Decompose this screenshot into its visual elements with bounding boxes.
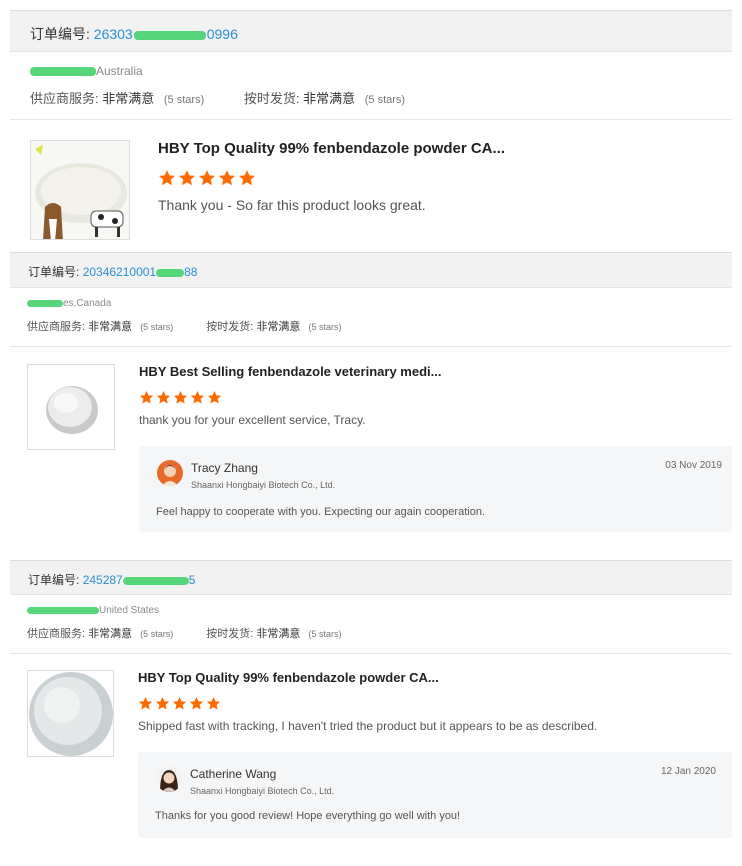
divider <box>10 346 732 347</box>
star-icon <box>156 390 171 404</box>
delivery-label: 按时发货: <box>206 628 254 640</box>
star-rating <box>138 696 223 716</box>
order-number-link[interactable]: 20346210001 88 <box>83 265 198 279</box>
reply-text: Thanks for you good review! Hope everyth… <box>155 810 461 822</box>
order-number: 订单编号: 245287 5 <box>28 571 195 588</box>
review-comment: Thank you - So far this product looks gr… <box>158 197 426 213</box>
product-thumbnail[interactable] <box>27 670 114 757</box>
order-bar: 订单编号: 26303 0996 <box>10 10 732 52</box>
order-label: 订单编号: <box>28 265 80 279</box>
star-icon <box>189 696 204 710</box>
star-icon <box>190 390 205 404</box>
service-ratings: 供应商服务: 非常满意 (5 stars) 按时发货: 非常满意 (5 star… <box>27 318 341 334</box>
supplier-service-stars: (5 stars) <box>140 629 174 639</box>
review-card-3: 订单编号: 245287 5 United States 供应商服务: 非常满意 … <box>0 560 742 866</box>
supplier-service-stars: (5 stars) <box>140 322 174 332</box>
reply-text: Feel happy to cooperate with you. Expect… <box>156 506 485 518</box>
review-card-2: 订单编号: 20346210001 88 es,Canada 供应商服务: 非常满… <box>0 252 742 552</box>
redaction-mask <box>27 606 99 614</box>
divider <box>10 653 732 654</box>
service-ratings: 供应商服务: 非常满意 (5 stars) 按时发货: 非常满意 (5 star… <box>27 625 341 641</box>
reply-date: 12 Jan 2020 <box>660 766 716 777</box>
review-comment: thank you for your excellent service, Tr… <box>139 413 366 427</box>
supplier-service-value: 非常满意 <box>88 628 133 640</box>
supplier-service-label: 供应商服务: <box>27 321 86 333</box>
service-ratings: 供应商服务: 非常满意 (5 stars) 按时发货: 非常满意 (5 star… <box>30 88 405 107</box>
buyer-location: es,Canada <box>27 298 111 309</box>
delivery-stars: (5 stars) <box>308 322 342 332</box>
divider <box>10 119 732 120</box>
reply-company[interactable]: Shaanxi Hongbaiyi Biotech Co., Ltd. <box>190 786 334 796</box>
supplier-reply: Catherine Wang Shaanxi Hongbaiyi Biotech… <box>138 752 732 838</box>
reply-author: Tracy Zhang <box>191 461 258 475</box>
star-icon <box>158 170 176 186</box>
buyer-location: Australia <box>30 64 143 78</box>
delivery-label: 按时发货: <box>243 91 300 106</box>
star-icon <box>238 170 256 186</box>
star-icon <box>178 170 196 186</box>
star-icon <box>206 696 221 710</box>
delivery-label: 按时发货: <box>206 321 254 333</box>
supplier-service-value: 非常满意 <box>88 321 133 333</box>
supplier-service-value: 非常满意 <box>102 91 155 106</box>
reply-author: Catherine Wang <box>190 767 277 781</box>
buyer-location: United States <box>27 605 159 616</box>
star-icon <box>218 170 236 186</box>
redaction-mask <box>27 299 63 307</box>
reply-company[interactable]: Shaanxi Hongbaiyi Biotech Co., Ltd. <box>191 480 335 490</box>
order-bar: 订单编号: 20346210001 88 <box>10 252 732 288</box>
avatar <box>156 766 182 792</box>
order-number: 订单编号: 20346210001 88 <box>28 263 197 280</box>
redaction-mask <box>156 268 185 277</box>
star-icon <box>155 696 170 710</box>
star-icon <box>207 390 222 404</box>
delivery-value: 非常满意 <box>303 91 356 106</box>
redaction-mask <box>122 576 189 585</box>
order-number: 订单编号: 26303 0996 <box>30 24 238 44</box>
product-thumbnail[interactable] <box>30 140 130 240</box>
order-number-link[interactable]: 26303 0996 <box>94 26 238 42</box>
product-title[interactable]: HBY Top Quality 99% fenbendazole powder … <box>158 140 505 157</box>
delivery-value: 非常满意 <box>256 628 301 640</box>
star-rating <box>158 169 258 192</box>
delivery-value: 非常满意 <box>256 321 301 333</box>
product-thumbnail[interactable] <box>27 364 115 450</box>
review-card-1: 订单编号: 26303 0996 Australia 供应商服务: 非常满意 (5… <box>0 0 742 252</box>
supplier-service-stars: (5 stars) <box>163 94 205 106</box>
delivery-stars: (5 stars) <box>364 94 406 106</box>
star-icon <box>138 696 153 710</box>
star-icon <box>173 390 188 404</box>
review-comment: Shipped fast with tracking, I haven't tr… <box>138 719 598 733</box>
product-title[interactable]: HBY Best Selling fenbendazole veterinary… <box>139 364 441 379</box>
star-icon <box>198 170 216 186</box>
redaction-mask <box>30 67 96 77</box>
order-label: 订单编号: <box>30 26 90 42</box>
delivery-stars: (5 stars) <box>308 629 342 639</box>
supplier-service-label: 供应商服务: <box>30 91 99 106</box>
star-icon <box>172 696 187 710</box>
supplier-reply: Tracy Zhang Shaanxi Hongbaiyi Biotech Co… <box>139 446 732 532</box>
order-number-link[interactable]: 245287 5 <box>83 573 196 587</box>
supplier-service-label: 供应商服务: <box>27 628 86 640</box>
order-bar: 订单编号: 245287 5 <box>10 560 732 595</box>
order-label: 订单编号: <box>28 573 80 587</box>
avatar <box>157 460 183 486</box>
reply-date: 03 Nov 2019 <box>665 460 722 471</box>
product-title[interactable]: HBY Top Quality 99% fenbendazole powder … <box>138 670 439 685</box>
star-icon <box>139 390 154 404</box>
redaction-mask <box>133 30 206 40</box>
star-rating <box>139 390 224 410</box>
